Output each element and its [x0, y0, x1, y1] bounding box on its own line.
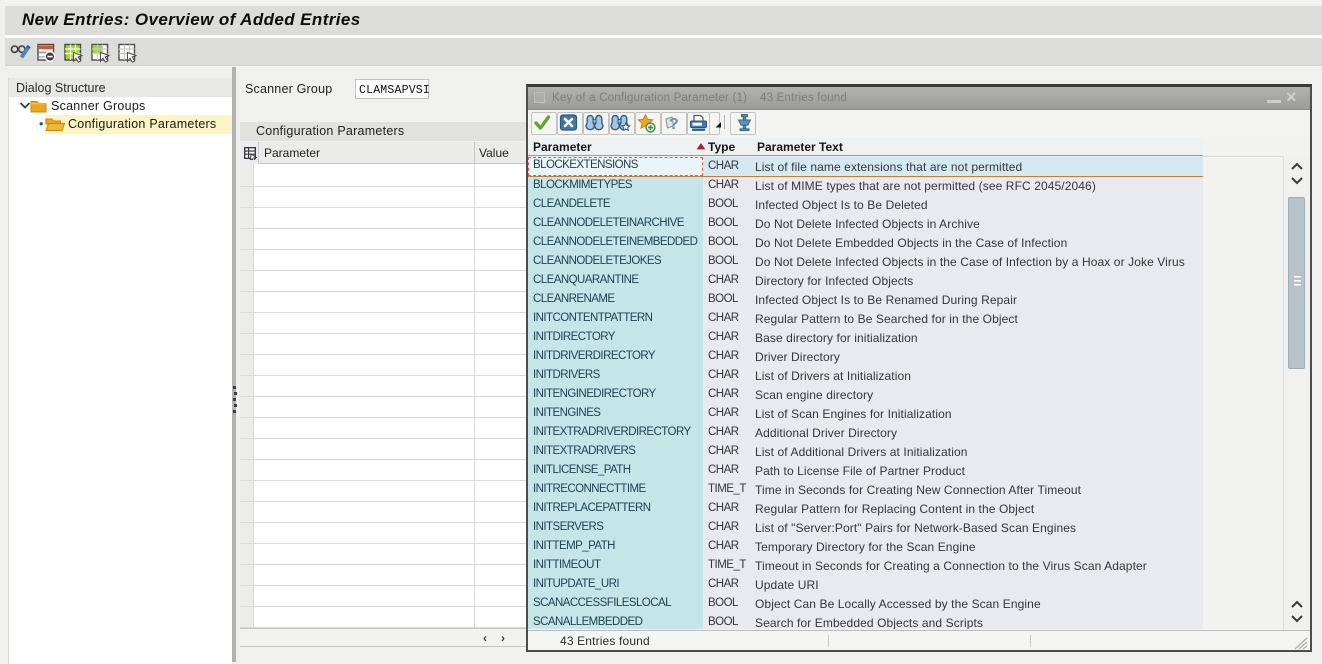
svg-text:?: ? [669, 116, 679, 133]
